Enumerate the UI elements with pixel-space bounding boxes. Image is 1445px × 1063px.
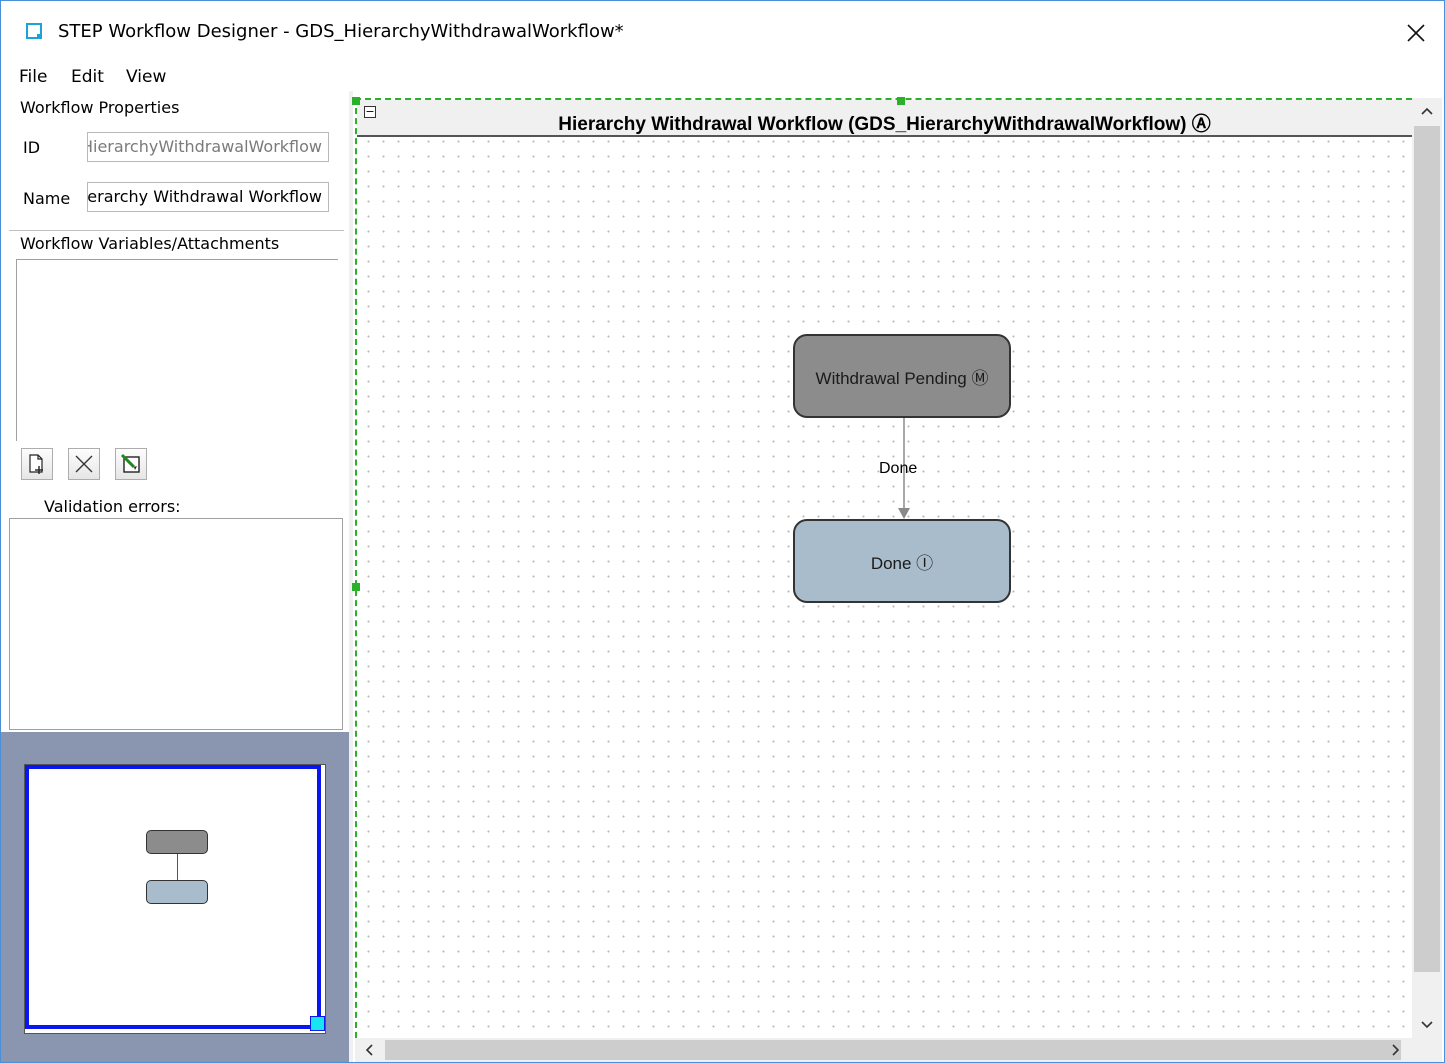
workflow-properties-heading: Workflow Properties: [20, 98, 180, 117]
overview-resize-handle[interactable]: [310, 1016, 325, 1031]
left-panel: Workflow Properties ID GDS_HierarchyWith…: [1, 91, 349, 1062]
add-icon: [29, 454, 43, 474]
selection-handle-left[interactable]: [352, 583, 360, 591]
menu-bar: File Edit View: [1, 63, 1444, 91]
scroll-right-icon[interactable]: [1382, 1038, 1410, 1062]
variables-list[interactable]: [16, 259, 338, 441]
divider: [9, 230, 344, 231]
scroll-down-icon[interactable]: [1412, 1012, 1442, 1038]
horizontal-scrollbar[interactable]: [355, 1038, 1442, 1062]
id-field-value: GDS_HierarchyWithdrawalWorkflow: [88, 137, 322, 156]
title-bar: STEP Workflow Designer - GDS_HierarchyWi…: [1, 1, 1444, 63]
delete-icon: [75, 455, 93, 473]
workflow-designer-window: STEP Workflow Designer - GDS_HierarchyWi…: [0, 0, 1445, 1063]
app-icon: [26, 23, 42, 39]
edit-variable-button[interactable]: [115, 448, 147, 480]
panel-splitter[interactable]: [349, 91, 353, 1062]
menu-edit[interactable]: Edit: [71, 67, 104, 87]
window-title: STEP Workflow Designer - GDS_HierarchyWi…: [58, 21, 624, 42]
overview-frame: [24, 764, 326, 1034]
scroll-up-icon[interactable]: [1412, 98, 1442, 124]
state-withdrawal-pending-label: Withdrawal Pending Ⓜ: [815, 368, 989, 388]
close-icon: [1407, 24, 1425, 42]
id-field[interactable]: GDS_HierarchyWithdrawalWorkflow: [87, 132, 329, 162]
name-label: Name: [23, 189, 71, 208]
edit-icon: [120, 453, 140, 473]
canvas-header: − Hierarchy Withdrawal Workflow (GDS_Hie…: [357, 100, 1412, 137]
add-variable-button[interactable]: [21, 448, 53, 480]
name-field[interactable]: Hierarchy Withdrawal Workflow: [87, 182, 329, 212]
validation-errors-heading: Validation errors:: [44, 497, 181, 516]
state-done[interactable]: Done Ⓘ: [793, 519, 1011, 603]
menu-file[interactable]: File: [19, 67, 47, 87]
workflow-canvas[interactable]: − Hierarchy Withdrawal Workflow (GDS_Hie…: [352, 97, 1412, 1038]
state-withdrawal-pending[interactable]: Withdrawal Pending Ⓜ: [793, 334, 1011, 418]
horizontal-scroll-thumb[interactable]: [385, 1040, 1401, 1060]
workflow-variables-heading: Workflow Variables/Attachments: [20, 234, 280, 253]
delete-variable-button[interactable]: [68, 448, 100, 480]
canvas-title: Hierarchy Withdrawal Workflow (GDS_Hiera…: [558, 114, 1211, 135]
vertical-scrollbar[interactable]: [1412, 98, 1442, 1038]
name-field-value: Hierarchy Withdrawal Workflow: [87, 187, 322, 206]
selection-handle-top[interactable]: [897, 97, 905, 105]
menu-view[interactable]: View: [126, 67, 166, 87]
transition-label[interactable]: Done: [879, 460, 917, 478]
scroll-left-icon[interactable]: [355, 1038, 383, 1062]
overview-viewport[interactable]: [25, 765, 321, 1029]
vertical-scroll-thumb[interactable]: [1414, 126, 1440, 972]
validation-errors-list: [9, 518, 343, 730]
close-button[interactable]: [1388, 9, 1444, 57]
id-label: ID: [23, 138, 41, 157]
overview-panel: [1, 732, 349, 1062]
selection-handle-corner[interactable]: [352, 97, 360, 105]
state-done-label: Done Ⓘ: [870, 553, 934, 573]
